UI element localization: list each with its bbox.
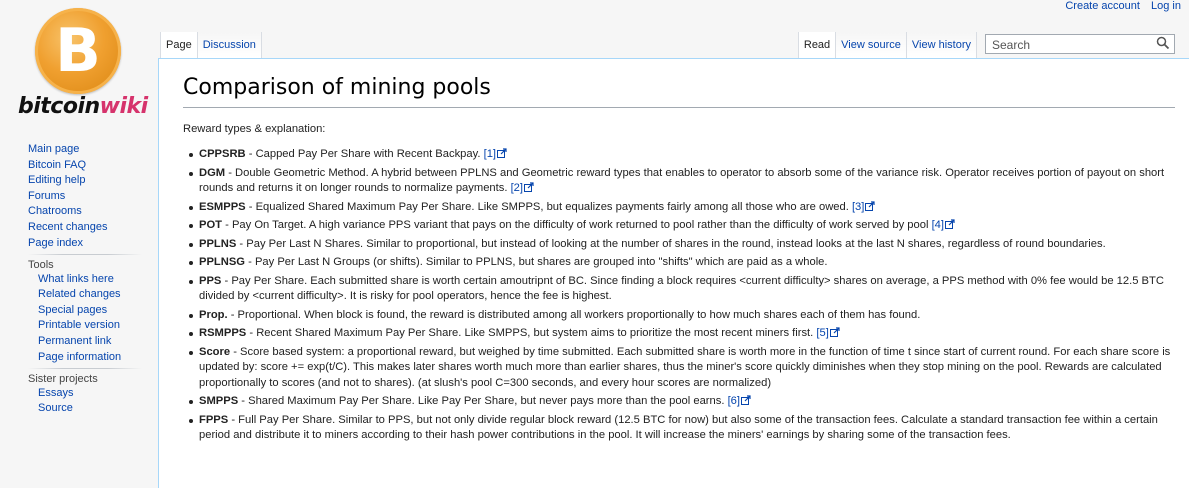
sidebar-divider: [28, 367, 142, 369]
tab-view-source[interactable]: View source: [836, 32, 907, 58]
list-item: DGM - Double Geometric Method. A hybrid …: [187, 166, 1175, 197]
tools-heading: Tools: [28, 258, 54, 271]
tab-view-history[interactable]: View history: [906, 32, 977, 58]
external-link-icon: [524, 182, 534, 192]
list-item: POT - Pay On Target. A high variance PPS…: [187, 218, 1175, 234]
reference-link[interactable]: [2]: [511, 182, 523, 194]
reward-type-description: - Double Geometric Method. A hybrid betw…: [199, 166, 1165, 195]
tab-page[interactable]: Page: [160, 32, 198, 58]
bitcoin-coin-icon: B: [35, 8, 121, 94]
reward-type-term: FPPS: [199, 413, 229, 426]
sidebar-item-forums[interactable]: Forums: [0, 190, 158, 203]
reward-type-description: - Pay Per Last N Shares. Similar to prop…: [236, 237, 1106, 250]
heading-divider: [183, 107, 1175, 108]
content-area: Comparison of mining pools Reward types …: [158, 58, 1189, 488]
list-item: PPLNS - Pay Per Last N Shares. Similar t…: [187, 237, 1175, 253]
sidebar-item-related-changes[interactable]: Related changes: [0, 288, 158, 301]
reward-type-term: PPS: [199, 274, 222, 287]
external-link-icon: [741, 395, 751, 405]
reward-type-term: SMPPS: [199, 395, 239, 407]
reward-type-description: - Pay Per Share. Each submitted share is…: [199, 274, 1164, 303]
reward-type-description: - Pay Per Last N Groups (or shifts). Sim…: [245, 256, 828, 268]
site-logo[interactable]: B bitcoinwiki: [14, 6, 148, 126]
sidebar-item-editing-help[interactable]: Editing help: [0, 174, 158, 187]
reward-type-term: ESMPPS: [199, 200, 246, 213]
reward-types-list: CPPSRB - Capped Pay Per Share with Recen…: [187, 147, 1175, 447]
reward-type-term: CPPSRB: [199, 148, 246, 160]
view-tabs: Read View source View history: [797, 32, 1175, 58]
sidebar-item-special-pages[interactable]: Special pages: [0, 304, 158, 317]
sidebar-item-recent-changes[interactable]: Recent changes: [0, 221, 158, 234]
list-item: Score - Score based system: a proportion…: [187, 345, 1175, 392]
personal-tools: Create account Log in: [1057, 0, 1181, 12]
reference-link[interactable]: [6]: [728, 395, 740, 407]
list-item: FPPS - Full Pay Per Share. Similar to PP…: [187, 413, 1175, 444]
reward-type-description: - Capped Pay Per Share with Recent Backp…: [245, 148, 484, 160]
wordmark-part1: bitcoin: [18, 94, 100, 119]
reference-link[interactable]: [3]: [852, 201, 864, 213]
search-input[interactable]: [990, 36, 1154, 54]
tab-discussion[interactable]: Discussion: [197, 32, 262, 58]
reward-type-description: - Score based system: a proportional rew…: [199, 345, 1171, 389]
reward-type-term: PPLNS: [199, 237, 237, 250]
reward-type-description: - Recent Shared Maximum Pay Per Share. L…: [246, 327, 817, 339]
logo-wordmark: bitcoinwiki: [18, 94, 148, 119]
namespace-tabs: Page Discussion: [160, 32, 262, 58]
sidebar-item-page-information[interactable]: Page information: [0, 351, 158, 364]
bitcoin-symbol: B: [55, 16, 101, 86]
search-box[interactable]: [985, 34, 1175, 54]
sidebar-item-printable-version[interactable]: Printable version: [0, 319, 158, 332]
list-item: CPPSRB - Capped Pay Per Share with Recen…: [187, 147, 1175, 163]
list-item: PPLNSG - Pay Per Last N Groups (or shift…: [187, 255, 1175, 271]
external-link-icon: [829, 327, 840, 337]
reward-type-term: RSMPPS: [199, 327, 247, 339]
sidebar-item-chatrooms[interactable]: Chatrooms: [0, 205, 158, 218]
reward-type-term: PPLNSG: [199, 256, 246, 268]
search-icon[interactable]: [1156, 36, 1170, 50]
log-in-link[interactable]: Log in: [1151, 0, 1181, 12]
sidebar-item-bitcoin-faq[interactable]: Bitcoin FAQ: [0, 159, 158, 172]
sidebar-item-permanent-link[interactable]: Permanent link: [0, 335, 158, 348]
sister-projects-heading: Sister projects: [28, 372, 98, 385]
sidebar-item-page-index[interactable]: Page index: [0, 237, 158, 250]
reward-type-description: - Proportional. When block is found, the…: [227, 308, 921, 321]
external-link-icon: [865, 200, 875, 211]
intro-text: Reward types & explanation:: [183, 123, 326, 135]
list-item: RSMPPS - Recent Shared Maximum Pay Per S…: [187, 326, 1175, 342]
reward-type-description: - Shared Maximum Pay Per Share. Like Pay…: [238, 395, 728, 407]
reward-type-description: - Equalized Shared Maximum Pay Per Share…: [245, 200, 852, 213]
external-link-icon: [497, 148, 507, 158]
list-item: SMPPS - Shared Maximum Pay Per Share. Li…: [187, 394, 1175, 410]
reward-type-term: Score: [199, 345, 231, 358]
sidebar-divider: [28, 253, 142, 255]
sidebar-item-main-page[interactable]: Main page: [0, 143, 158, 156]
reference-link[interactable]: [5]: [816, 327, 828, 339]
list-item: PPS - Pay Per Share. Each submitted shar…: [187, 274, 1175, 305]
reference-link[interactable]: [1]: [484, 148, 496, 160]
list-item: ESMPPS - Equalized Shared Maximum Pay Pe…: [187, 200, 1175, 216]
sidebar-item-what-links-here[interactable]: What links here: [0, 273, 158, 286]
reward-type-term: Prop.: [199, 308, 228, 321]
sidebar: Main page Bitcoin FAQ Editing help Forums Ch…: [0, 143, 158, 418]
list-item: Prop. - Proportional. When block is foun…: [187, 308, 1175, 324]
reward-type-description: - Full Pay Per Share. Similar to PPS, bu…: [199, 413, 1158, 442]
tab-read[interactable]: Read: [797, 32, 837, 58]
page-title: Comparison of mining pools: [183, 75, 491, 100]
reward-type-description: - Pay On Target. A high variance PPS var…: [222, 219, 932, 231]
reward-type-term: DGM: [199, 166, 226, 179]
external-link-icon: [945, 219, 955, 229]
sidebar-item-essays[interactable]: Essays: [0, 387, 158, 400]
reference-link[interactable]: [4]: [932, 219, 944, 231]
reward-type-term: POT: [199, 219, 222, 231]
create-account-link[interactable]: Create account: [1065, 0, 1140, 12]
sidebar-item-source[interactable]: Source: [0, 402, 158, 415]
wordmark-part2: wiki: [99, 94, 149, 119]
